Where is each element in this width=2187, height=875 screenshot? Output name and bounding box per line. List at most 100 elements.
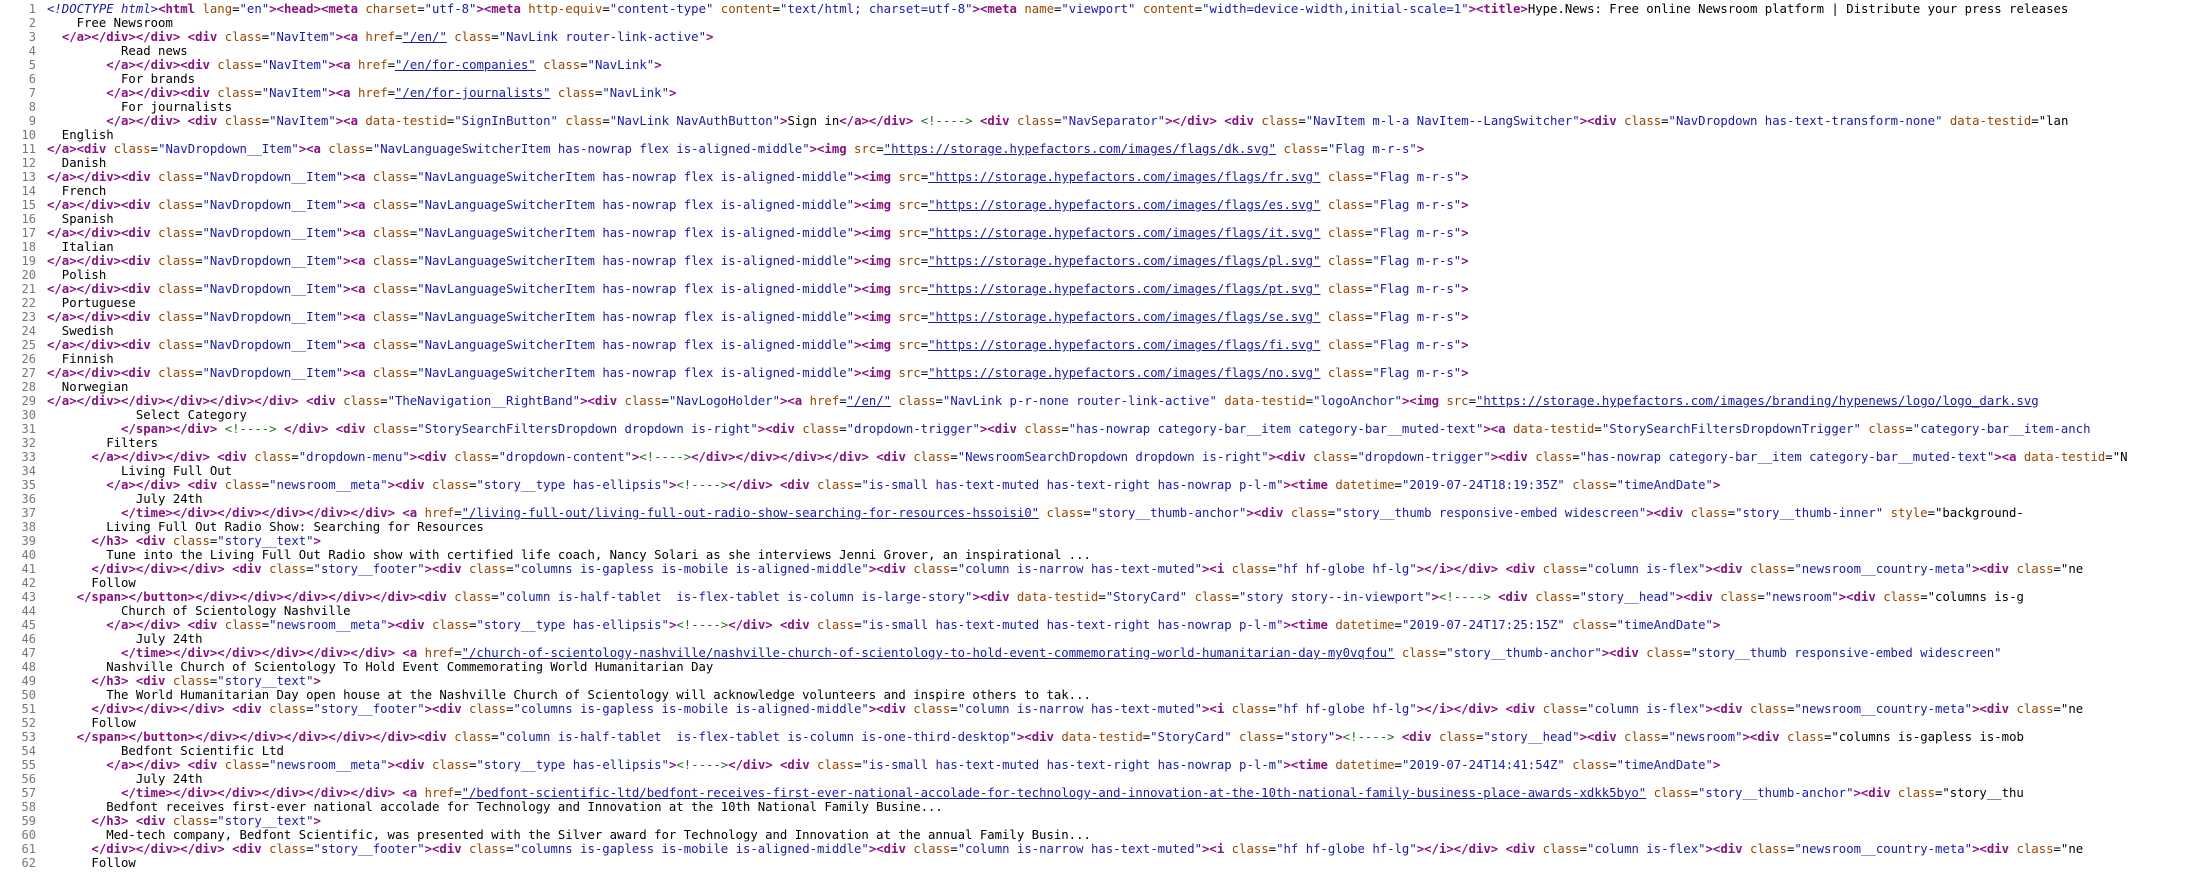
token-tag: </div> <div — [728, 758, 818, 772]
token-txt: = — [195, 170, 203, 184]
token-tag: </div> <div — [728, 478, 818, 492]
source-link[interactable]: "/en/for-companies" — [395, 58, 536, 72]
token-attr: class — [1231, 842, 1269, 856]
token-val: "2019-07-24T18:19:35Z" — [1401, 478, 1565, 492]
source-link[interactable]: "https://storage.hypefactors.com/images/… — [928, 226, 1320, 240]
token-val: "NavLanguageSwitcherItem has-nowrap flex… — [417, 310, 855, 324]
token-txt: Living Full Out Radio Show: Searching fo… — [47, 520, 484, 534]
token-txt: = — [1661, 114, 1669, 128]
line-code: </a></div><div class="NavDropdown__Item"… — [47, 366, 2187, 380]
source-link[interactable]: "https://storage.hypefactors.com/images/… — [928, 254, 1320, 268]
token-val: "Flag m-r-s" — [1372, 226, 1462, 240]
token-val: "NavLanguageSwitcherItem has-nowrap flex… — [417, 198, 855, 212]
token-tag: ><div — [1705, 702, 1750, 716]
source-link[interactable]: "/church-of-scientology-nashville/nashvi… — [462, 646, 1395, 660]
token-txt: = — [950, 702, 958, 716]
token-val: "Flag m-r-s" — [1372, 254, 1462, 268]
source-link[interactable]: "/living-full-out/living-full-out-radio-… — [462, 506, 1039, 520]
source-link[interactable]: "https://storage.hypefactors.com/images/… — [928, 338, 1320, 352]
source-link[interactable]: "https://storage.hypefactors.com/images/… — [928, 366, 1320, 380]
token-attr: class — [432, 618, 470, 632]
line-number: 32 — [21, 436, 36, 450]
token-txt: ="ne — [2053, 702, 2084, 716]
source-line: 29 </a></div></div></div></div></div> <di… — [0, 394, 2187, 408]
line-number: 61 — [21, 842, 36, 856]
token-attr: class — [224, 618, 262, 632]
line-number: 7 — [28, 86, 36, 100]
line-number: 43 — [21, 590, 36, 604]
token-attr: class — [372, 338, 410, 352]
token-attr: class — [1624, 730, 1662, 744]
token-val: "newsroom__country-meta" — [1794, 842, 1973, 856]
token-attr: datetime — [1335, 758, 1395, 772]
token-tag: ><img — [854, 310, 899, 324]
token-txt: = — [920, 226, 929, 240]
source-link[interactable]: "https://storage.hypefactors.com/images/… — [1476, 394, 2039, 408]
token-tag: > — [1461, 198, 1469, 212]
source-line: 46 July 24th — [0, 632, 2187, 646]
source-line: 38 Living Full Out Radio Show: Searching… — [0, 520, 2187, 534]
token-attr: class — [343, 394, 381, 408]
source-line: 53 </span></button></div></div></div></d… — [0, 730, 2187, 744]
token-tag: ><div — [387, 758, 433, 772]
token-txt: For brands — [47, 72, 196, 86]
source-line: 16 Spanish — [0, 212, 2187, 226]
token-val: "story__type has-ellipsis" — [476, 618, 669, 632]
token-val: "story__text" — [217, 814, 314, 828]
token-txt: = — [306, 702, 314, 716]
line-code: </a></div><div class="NavDropdown__Item"… — [47, 254, 2187, 268]
token-val: "NavLanguageSwitcherItem has-nowrap flex… — [417, 226, 855, 240]
line-number: 11 — [21, 142, 36, 156]
token-tag: > — [476, 2, 484, 16]
source-link[interactable]: "/bedfont-scientific-ltd/bedfont-receive… — [462, 786, 1647, 800]
token-val: "NavLink" — [587, 58, 655, 72]
token-txt: Swedish — [47, 324, 114, 338]
source-viewer: 1 <!DOCTYPE html><html lang="en"><head><m… — [0, 0, 2187, 875]
line-code: </a></div> <div class="newsroom__meta"><… — [47, 618, 2187, 632]
source-link[interactable]: "https://storage.hypefactors.com/images/… — [928, 310, 1320, 324]
source-link[interactable]: "https://storage.hypefactors.com/images/… — [928, 198, 1320, 212]
source-link[interactable]: "/en/" — [402, 30, 446, 44]
source-link[interactable]: "/en/for-journalists" — [395, 86, 550, 100]
token-val: "dropdown-trigger" — [1357, 450, 1491, 464]
token-comment: <!----> — [676, 618, 729, 632]
token-val: "SignInButton" — [454, 114, 558, 128]
source-line: 58 Bedfont receives first-ever national … — [0, 800, 2187, 814]
token-attr: class — [432, 478, 470, 492]
source-link[interactable]: "https://storage.hypefactors.com/images/… — [884, 142, 1276, 156]
token-txt: = — [950, 450, 958, 464]
token-val: "utf-8" — [424, 2, 477, 16]
source-line: 56 July 24th — [0, 772, 2187, 786]
token-tag: </a></div><div — [47, 170, 159, 184]
token-attr: class — [328, 142, 366, 156]
source-line: 44 Church of Scientology Nashville — [0, 604, 2187, 618]
source-link[interactable]: "https://storage.hypefactors.com/images/… — [928, 170, 1320, 184]
line-code: </time></div></div></div></div></div> <a… — [47, 506, 2187, 520]
line-number: 3 — [28, 30, 36, 44]
token-attr: class — [913, 702, 951, 716]
source-line: 45 </a></div> <div class="newsroom__meta… — [0, 618, 2187, 632]
token-attr: class — [565, 114, 603, 128]
source-link[interactable]: "https://storage.hypefactors.com/images/… — [928, 282, 1320, 296]
token-val: "NavDropdown__Item" — [202, 310, 344, 324]
token-tag: > — [313, 674, 321, 688]
token-txt: Nashville Church of Scientology To Hold … — [47, 660, 714, 674]
token-val: "story__thumb-anchor" — [1446, 646, 1602, 660]
token-attr: class — [1572, 478, 1610, 492]
line-number: 8 — [28, 100, 36, 114]
token-tag: ><time — [1283, 758, 1336, 772]
source-link[interactable]: "/en/" — [847, 394, 891, 408]
token-txt: Med-tech company, Bedfont Scientific, wa… — [47, 828, 1091, 842]
token-txt: = — [1594, 422, 1602, 436]
token-val: "NavLanguageSwitcherItem has-nowrap flex… — [417, 170, 855, 184]
token-tag: ><a — [343, 366, 373, 380]
token-tag: </a></div> <div — [106, 114, 225, 128]
token-txt: = — [380, 394, 388, 408]
token-attr: class — [454, 30, 492, 44]
token-attr: class — [1327, 198, 1365, 212]
token-val: "NavLanguageSwitcherItem has-nowrap flex… — [417, 366, 855, 380]
